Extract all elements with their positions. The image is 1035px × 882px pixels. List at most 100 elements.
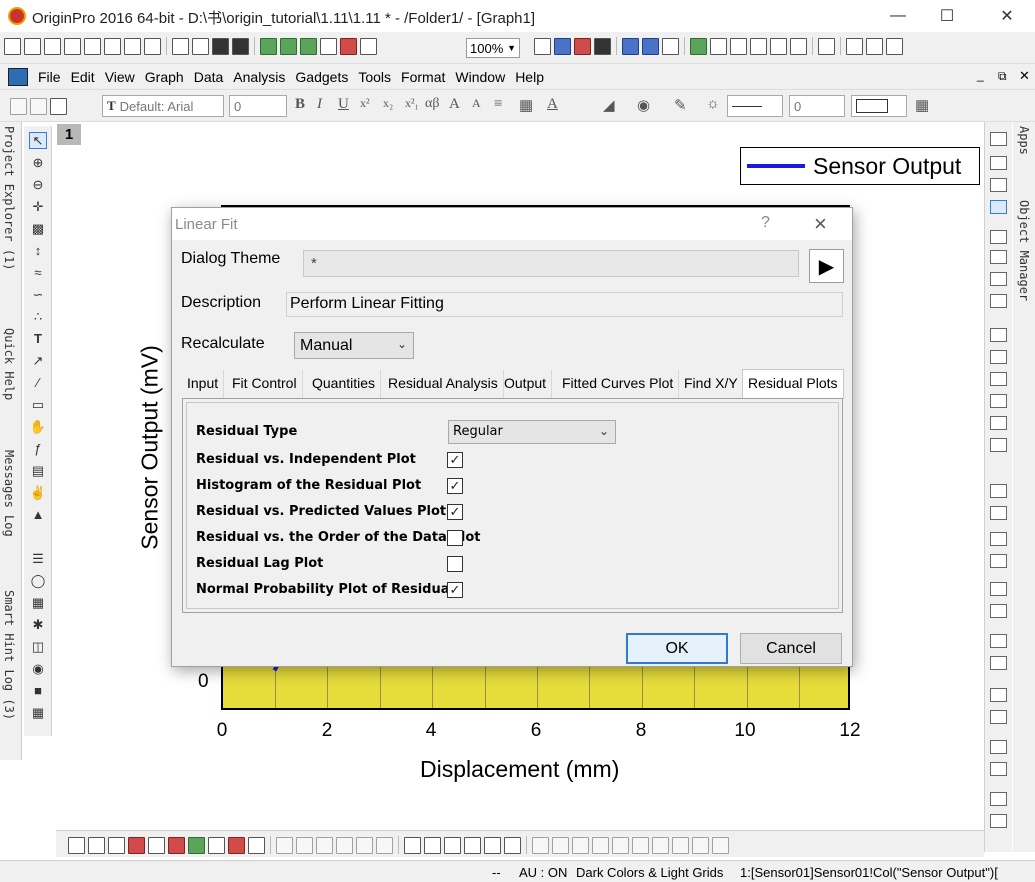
ungroup-icon[interactable] xyxy=(990,762,1007,776)
cancel-button[interactable]: Cancel xyxy=(740,633,842,664)
extract-icon[interactable] xyxy=(990,294,1007,308)
new-graph-icon[interactable] xyxy=(64,37,81,55)
duplicate-icon[interactable] xyxy=(574,37,591,55)
data-reader-icon[interactable]: ▩ xyxy=(29,220,47,237)
3d-wire-icon[interactable] xyxy=(316,836,333,854)
tab-output[interactable]: Output xyxy=(499,370,553,399)
menu-format[interactable]: Format xyxy=(396,64,450,90)
residual-vs-predicted-checkbox[interactable]: ✓ xyxy=(447,504,463,520)
line-symbol-plot-icon[interactable] xyxy=(108,836,125,854)
send-back-icon[interactable] xyxy=(990,710,1007,724)
open-icon[interactable] xyxy=(172,37,189,55)
function-icon[interactable]: ƒ xyxy=(29,440,47,457)
italic-icon[interactable]: I xyxy=(317,96,322,113)
align-icon[interactable]: ≡ xyxy=(494,96,502,113)
mdi-minimize-button[interactable]: _ xyxy=(977,68,984,82)
font-color-icon[interactable]: A xyxy=(547,96,558,113)
same-height-icon[interactable] xyxy=(990,656,1007,670)
pointer-icon[interactable]: ↖ xyxy=(29,132,47,149)
line-brightness-icon[interactable]: ☼ xyxy=(706,96,720,113)
new-project-icon[interactable] xyxy=(4,37,21,55)
layer-icon[interactable]: ▦ xyxy=(29,594,47,611)
tab-input[interactable]: Input xyxy=(182,370,225,399)
flip-icon[interactable] xyxy=(990,814,1007,828)
save-project-icon[interactable] xyxy=(212,37,229,55)
rotate-left-icon[interactable] xyxy=(532,836,549,854)
align-left-icon[interactable] xyxy=(990,484,1007,498)
tab-residual-plots[interactable]: Residual Plots xyxy=(742,369,844,399)
data-info-icon[interactable] xyxy=(790,37,807,55)
scatter-plot-icon[interactable] xyxy=(88,836,105,854)
zoom-in-icon[interactable]: ⊕ xyxy=(29,154,47,171)
text-tool-icon[interactable]: T xyxy=(29,330,47,347)
light-icon[interactable] xyxy=(672,836,689,854)
vector-icon[interactable] xyxy=(504,836,521,854)
arrow-tool-icon[interactable]: ↗ xyxy=(29,352,47,369)
supersubscript-icon[interactable]: x²₁ xyxy=(405,96,419,111)
ternary-icon[interactable] xyxy=(464,836,481,854)
template-icon[interactable] xyxy=(404,836,421,854)
axis-icon[interactable] xyxy=(990,328,1007,342)
contour-icon[interactable] xyxy=(376,836,393,854)
screen-reader-icon[interactable]: ✛ xyxy=(29,198,47,215)
close-button[interactable]: ✕ xyxy=(984,0,1030,32)
merge-icon[interactable] xyxy=(990,272,1007,286)
results-log-icon[interactable] xyxy=(642,37,659,55)
polar-icon[interactable] xyxy=(444,836,461,854)
dialog-close-button[interactable]: × xyxy=(814,211,827,237)
line-size-select[interactable]: 0 xyxy=(789,95,845,117)
recalculate-select[interactable]: Manual ⌄ xyxy=(294,332,414,359)
smart-hint-log-tab[interactable]: Smart Hint Log (3) xyxy=(2,590,16,720)
apps-tab[interactable]: Apps xyxy=(1017,126,1031,155)
hand-tool-icon[interactable]: ✋ xyxy=(29,418,47,435)
command-window-icon[interactable] xyxy=(662,37,679,55)
print-icon[interactable] xyxy=(534,37,551,55)
distribute-v-icon[interactable] xyxy=(990,604,1007,618)
quick-help-tab[interactable]: Quick Help xyxy=(2,328,16,400)
menu-tools[interactable]: Tools xyxy=(353,64,396,90)
smith-icon[interactable] xyxy=(484,836,501,854)
zoom-select[interactable]: 100% ▼ xyxy=(466,38,520,58)
layout-icon[interactable] xyxy=(990,230,1007,244)
theme-menu-button[interactable]: ▶ xyxy=(809,249,844,283)
calculator-icon[interactable] xyxy=(750,37,767,55)
underline-icon[interactable]: U xyxy=(338,96,349,113)
import-ascii-icon[interactable] xyxy=(280,37,297,55)
import-wizard-icon[interactable] xyxy=(320,37,337,55)
add-column-icon[interactable] xyxy=(818,37,835,55)
tab-fit-control[interactable]: Fit Control xyxy=(227,370,303,399)
project-explorer-icon[interactable] xyxy=(690,37,707,55)
pattern-fill-icon[interactable]: ◉ xyxy=(637,96,650,115)
perspective-icon[interactable] xyxy=(592,836,609,854)
residual-vs-independent-checkbox[interactable]: ✓ xyxy=(447,452,463,468)
record-icon[interactable]: ◉ xyxy=(29,660,47,677)
wall-icon[interactable] xyxy=(652,836,669,854)
new-worksheet-icon[interactable] xyxy=(24,37,41,55)
3d-surface-icon[interactable] xyxy=(276,836,293,854)
menu-graph[interactable]: Graph xyxy=(140,64,189,90)
menu-gadgets[interactable]: Gadgets xyxy=(290,64,353,90)
dialog-theme-field[interactable]: * xyxy=(303,250,799,277)
line-color-icon[interactable]: ✎ xyxy=(674,96,687,115)
tilt-icon[interactable] xyxy=(572,836,589,854)
project-explorer-tab[interactable]: Project Explorer (1) xyxy=(2,126,16,271)
layer-content-icon[interactable] xyxy=(990,132,1007,146)
3d-plot-icon[interactable] xyxy=(248,836,265,854)
residual-lag-checkbox[interactable] xyxy=(447,556,463,572)
menu-help[interactable]: Help xyxy=(510,64,549,90)
y-axis-title[interactable]: Sensor Output (mV) xyxy=(137,328,164,568)
menu-file[interactable]: File xyxy=(33,64,66,90)
refresh-layer-icon[interactable] xyxy=(990,178,1007,192)
box-chart-icon[interactable] xyxy=(148,836,165,854)
import-icon[interactable] xyxy=(260,37,277,55)
minimize-button[interactable]: — xyxy=(875,0,921,32)
residual-vs-order-checkbox[interactable] xyxy=(447,530,463,546)
tab-find-xy[interactable]: Find X/Y xyxy=(679,370,744,399)
region-icon[interactable]: ∴ xyxy=(29,308,47,325)
align-bottom-icon[interactable] xyxy=(990,554,1007,568)
mask-icon[interactable]: ≈ xyxy=(29,264,47,281)
circle-icon[interactable]: ◯ xyxy=(29,572,47,589)
refresh-icon[interactable] xyxy=(554,37,571,55)
mdi-close-button[interactable]: ✕ xyxy=(1019,68,1030,84)
tab-residual-analysis[interactable]: Residual Analysis xyxy=(383,370,504,399)
